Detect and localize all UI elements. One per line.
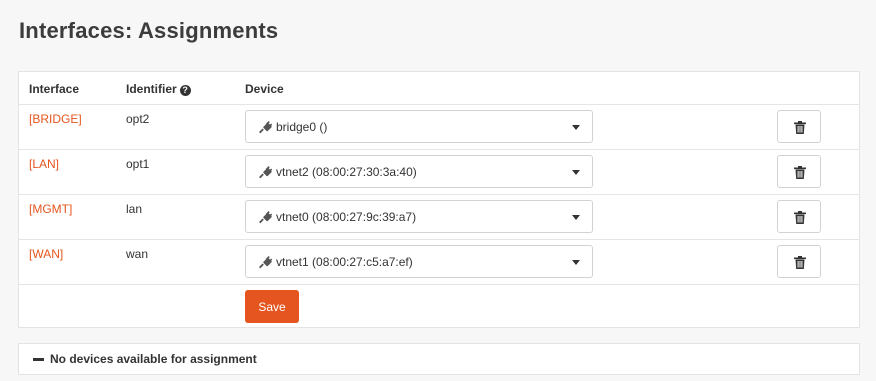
minus-icon[interactable] (33, 358, 44, 361)
caret-down-icon (572, 125, 580, 130)
trash-icon (794, 256, 806, 269)
plug-icon (259, 166, 272, 179)
delete-button[interactable] (777, 110, 821, 143)
plug-icon (259, 211, 272, 224)
caret-down-icon (572, 215, 580, 220)
header-device: Device (245, 82, 284, 96)
question-circle-icon[interactable]: ? (179, 85, 191, 96)
header-identifier-label: Identifier (126, 82, 177, 96)
table-row: [MGMT] lan vtnet0 (08:00:27:9c:39:a7) (19, 194, 859, 240)
table-row: [LAN] opt1 vtnet2 (08:00:27:30:3a:40) (19, 149, 859, 195)
interface-link[interactable]: [MGMT] (29, 202, 72, 216)
identifier-text: wan (126, 247, 149, 261)
device-select[interactable]: bridge0 () (245, 110, 593, 143)
delete-button[interactable] (777, 200, 821, 233)
interface-link[interactable]: [LAN] (29, 157, 59, 171)
interface-link[interactable]: [BRIDGE] (29, 112, 82, 126)
device-select-value: vtnet1 (08:00:27:c5:a7:ef) (276, 255, 413, 269)
page-title: Interfaces: Assignments (19, 18, 279, 43)
table-header: Interface Identifier? Device (19, 72, 859, 105)
device-select[interactable]: vtnet1 (08:00:27:c5:a7:ef) (245, 245, 593, 278)
trash-icon (794, 166, 806, 179)
trash-icon (794, 121, 806, 134)
header-interface: Interface (29, 82, 80, 96)
header-identifier: Identifier? (126, 82, 191, 96)
device-select-value: bridge0 () (276, 120, 328, 134)
device-select[interactable]: vtnet0 (08:00:27:9c:39:a7) (245, 200, 593, 233)
device-select-value: vtnet0 (08:00:27:9c:39:a7) (276, 210, 417, 224)
assignments-panel: Interface Identifier? Device [BRIDGE] op… (18, 71, 860, 328)
identifier-text: lan (126, 202, 143, 216)
table-row: [BRIDGE] opt2 bridge0 () (19, 104, 859, 150)
save-button[interactable]: Save (245, 290, 299, 323)
caret-down-icon (572, 260, 580, 265)
unassigned-devices-label: No devices available for assignment (50, 352, 257, 366)
identifier-text: opt2 (126, 112, 150, 126)
unassigned-devices-panel[interactable]: No devices available for assignment (18, 343, 860, 375)
plug-icon (259, 121, 272, 134)
delete-button[interactable] (777, 155, 821, 188)
caret-down-icon (572, 170, 580, 175)
identifier-text: opt1 (126, 157, 150, 171)
device-select[interactable]: vtnet2 (08:00:27:30:3a:40) (245, 155, 593, 188)
table-row: [WAN] wan vtnet1 (08:00:27:c5:a7:ef) (19, 239, 859, 285)
plug-icon (259, 256, 272, 269)
delete-button[interactable] (777, 245, 821, 278)
interface-link[interactable]: [WAN] (29, 247, 63, 261)
trash-icon (794, 211, 806, 224)
device-select-value: vtnet2 (08:00:27:30:3a:40) (276, 165, 417, 179)
